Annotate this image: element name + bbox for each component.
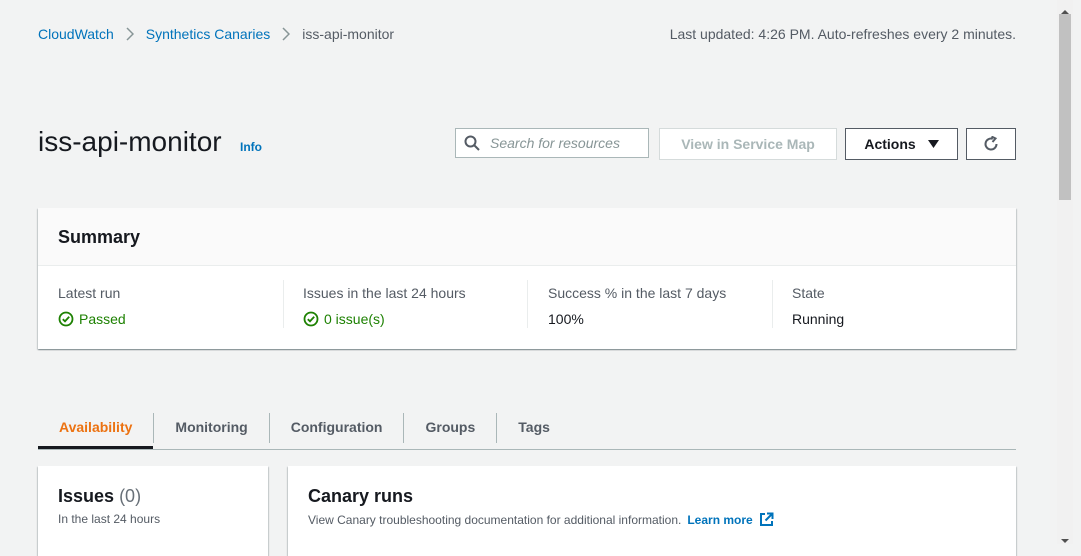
actions-label: Actions (864, 136, 916, 152)
summary-label: Latest run (58, 285, 121, 301)
chevron-right-icon (282, 27, 291, 41)
summary-value: Passed (58, 310, 126, 328)
last-updated-text: Last updated: 4:26 PM. Auto-refreshes ev… (669, 26, 1016, 42)
tab-availability[interactable]: Availability (38, 406, 154, 449)
summary-state: State Running (792, 284, 844, 328)
tab-configuration[interactable]: Configuration (270, 406, 404, 448)
search-icon (456, 135, 488, 151)
breadcrumb-synthetics-canaries[interactable]: Synthetics Canaries (146, 26, 271, 42)
tab-tags[interactable]: Tags (497, 406, 571, 448)
caret-down-icon (927, 140, 939, 148)
summary-divider (527, 280, 528, 328)
summary-label: Success % in the last 7 days (548, 285, 727, 301)
summary-success-rate: Success % in the last 7 days 100% (548, 284, 726, 328)
issues-subtitle: In the last 24 hours (58, 512, 161, 526)
canary-runs-description: View Canary troubleshooting documentatio… (308, 512, 774, 527)
latest-run-status: Passed (79, 311, 126, 327)
actions-button[interactable]: Actions (845, 128, 958, 160)
summary-divider (283, 280, 284, 328)
breadcrumb-cloudwatch[interactable]: CloudWatch (38, 26, 114, 42)
canary-runs-title: Canary runs (308, 486, 414, 506)
tab-bar: Availability Monitoring Configuration Gr… (38, 406, 1016, 450)
issues-count: 0 issue(s) (324, 311, 385, 327)
summary-issues: Issues in the last 24 hours 0 issue(s) (303, 284, 466, 328)
issues-count-badge: (0) (119, 486, 142, 506)
info-link[interactable]: Info (240, 140, 262, 154)
refresh-icon (983, 136, 999, 152)
tab-monitoring[interactable]: Monitoring (154, 406, 268, 448)
external-link-icon[interactable] (759, 512, 774, 527)
page-title: iss-api-monitor (38, 126, 222, 157)
canary-runs-panel: Canary runs View Canary troubleshooting … (288, 466, 1016, 556)
canary-runs-description-text: View Canary troubleshooting documentatio… (308, 512, 682, 527)
scroll-down-arrow-icon[interactable] (1060, 532, 1070, 550)
check-circle-icon (303, 311, 319, 327)
view-in-service-map-button[interactable]: View in Service Map (659, 128, 837, 160)
summary-value: 0 issue(s) (303, 310, 466, 328)
refresh-button[interactable] (966, 128, 1016, 160)
summary-label: Issues in the last 24 hours (303, 285, 466, 301)
breadcrumb-current: iss-api-monitor (302, 26, 395, 42)
scrollbar-thumb[interactable] (1059, 14, 1071, 200)
state-value: Running (792, 311, 845, 327)
summary-latest-run: Latest run Passed (58, 284, 126, 328)
summary-panel: Summary Latest run Passed Issues in the … (38, 208, 1016, 349)
scroll-up-arrow-icon[interactable] (1060, 3, 1070, 21)
search-input[interactable] (488, 134, 642, 152)
summary-title: Summary (38, 208, 1016, 266)
tab-groups[interactable]: Groups (404, 406, 496, 448)
search-box[interactable] (455, 128, 649, 158)
issues-title-text: Issues (58, 486, 115, 506)
breadcrumb: CloudWatch Synthetics Canaries iss-api-m… (38, 24, 394, 44)
summary-divider (772, 280, 773, 328)
success-rate-value: 100% (548, 311, 584, 327)
chevron-right-icon (126, 27, 134, 41)
issues-title: Issues (0) (58, 486, 141, 507)
issues-panel: Issues (0) In the last 24 hours (38, 466, 268, 556)
summary-label: State (792, 285, 825, 301)
check-circle-icon (58, 311, 74, 327)
learn-more-link[interactable]: Learn more (687, 513, 752, 527)
